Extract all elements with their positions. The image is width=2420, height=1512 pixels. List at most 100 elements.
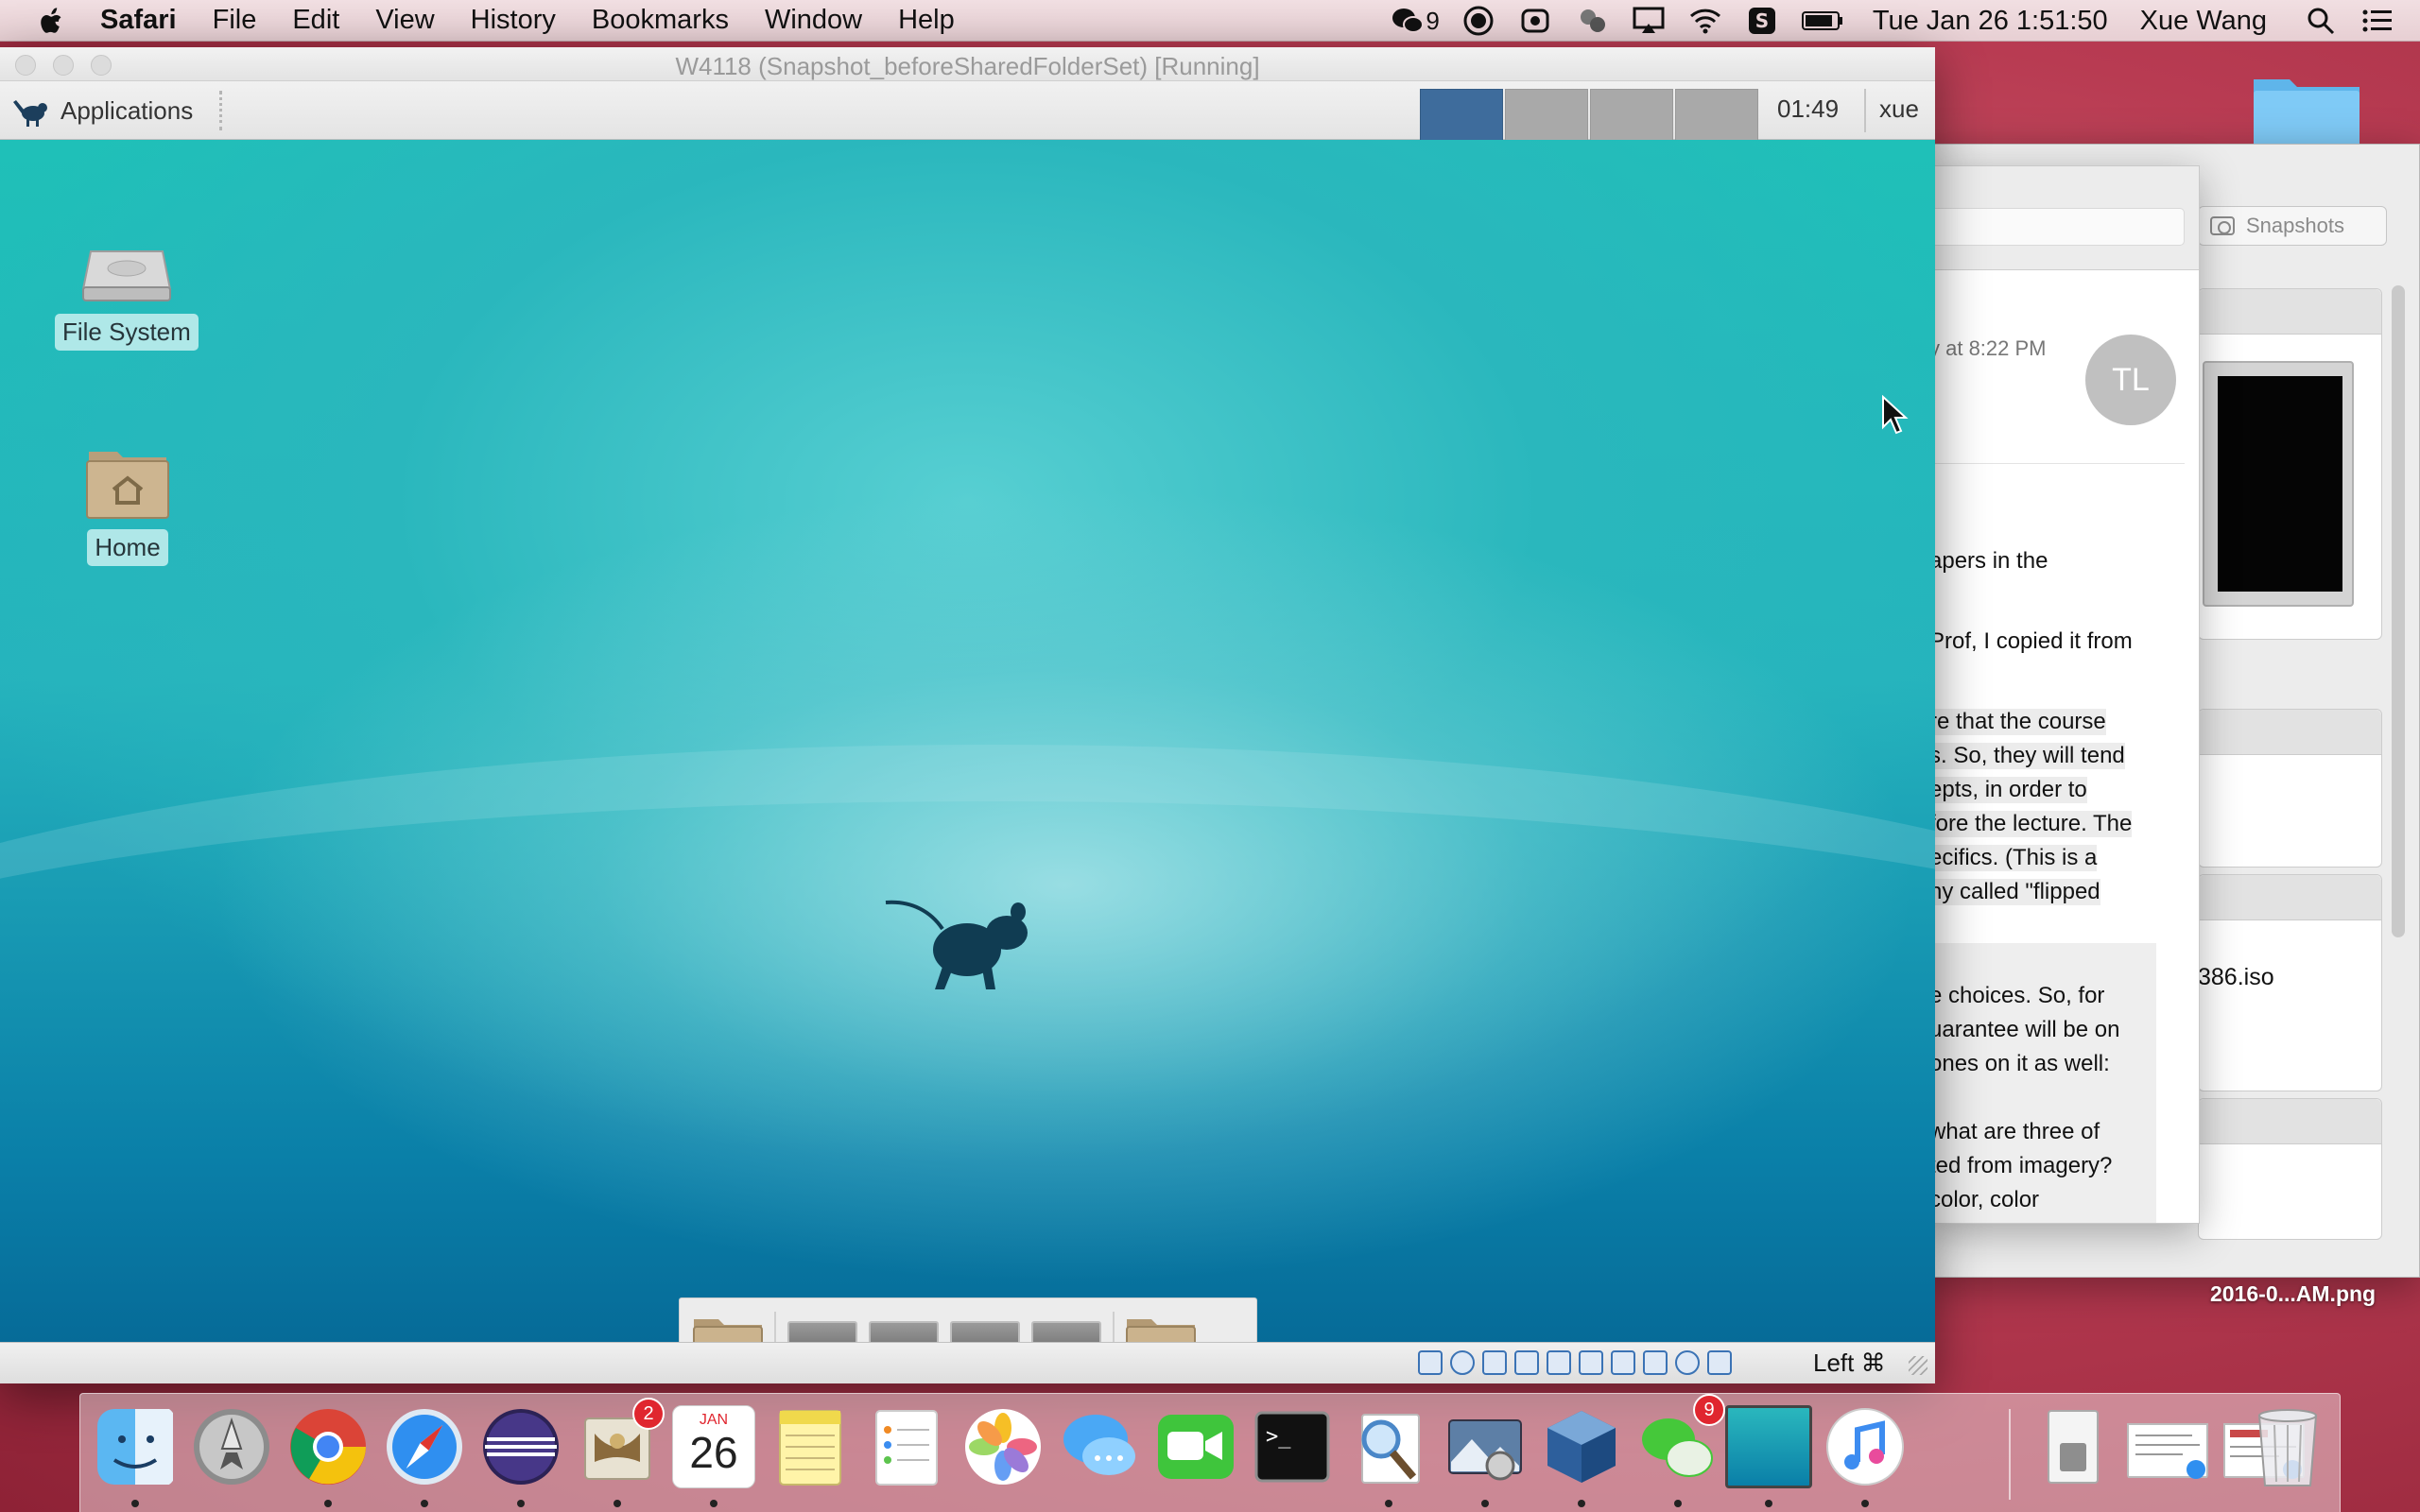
menu-user-name[interactable]: Xue Wang [2140, 6, 2267, 37]
menu-history[interactable]: History [471, 5, 556, 36]
running-indicator [1765, 1500, 1772, 1507]
resize-grip[interactable] [1909, 1356, 1927, 1375]
shared-folders-status-icon[interactable] [1547, 1350, 1571, 1375]
preview-icon[interactable] [1347, 1405, 1430, 1488]
mac-dock: 2 JAN 26 >_ 9 [79, 1393, 2341, 1512]
home-folder-icon [86, 452, 169, 519]
audio-status-icon[interactable] [1482, 1350, 1507, 1375]
desktop-icon-file-system[interactable]: File System [55, 244, 199, 351]
folder-icon [1126, 1319, 1196, 1342]
workspace-3[interactable] [1590, 89, 1673, 142]
guest-user-name[interactable]: xue [1879, 94, 1919, 124]
notification-center-icon[interactable] [2360, 5, 2395, 37]
guest-clock[interactable]: 01:49 [1777, 94, 1839, 124]
menu-help[interactable]: Help [898, 5, 955, 36]
wechat-tray-icon[interactable]: 9 [1392, 5, 1440, 37]
airplay-icon[interactable] [1631, 5, 1667, 37]
reminders-icon[interactable] [865, 1405, 948, 1488]
dock-divider [2009, 1409, 2011, 1500]
vbox-scrollbar[interactable] [2392, 285, 2405, 937]
virtualbox-icon[interactable] [1540, 1405, 1623, 1488]
host-key-indicator[interactable]: Left ⌘ [1813, 1349, 1886, 1378]
menu-file[interactable]: File [213, 5, 257, 36]
terminal-icon[interactable]: >_ [1251, 1405, 1334, 1488]
guest-dock-window-2[interactable] [863, 1304, 944, 1342]
desktop-icon-home[interactable]: Home [85, 444, 170, 566]
menu-extras: 9 S Tue Jan 26 1:51:50 Xue Wang [1392, 0, 2420, 42]
menu-bookmarks[interactable]: Bookmarks [592, 5, 729, 36]
guest-dock-window-3[interactable] [944, 1304, 1026, 1342]
menu-edit[interactable]: Edit [292, 5, 339, 36]
finder-icon[interactable] [94, 1405, 177, 1488]
mail-line: color, color [1929, 1187, 2040, 1212]
folder-home-icon [693, 1319, 763, 1342]
guest-dock-window-4[interactable] [1026, 1304, 1107, 1342]
workspace-2[interactable] [1505, 89, 1588, 142]
xfce-mouse-icon [13, 100, 47, 127]
guest-dock-window-1[interactable] [782, 1304, 863, 1342]
spotlight-search-icon[interactable] [2303, 5, 2339, 37]
eclipse-icon[interactable] [479, 1405, 562, 1488]
screenshot-tray-icon[interactable] [1517, 5, 1553, 37]
keyboard-capture-status-icon[interactable] [1707, 1350, 1732, 1375]
record-tray-icon[interactable] [1461, 5, 1496, 37]
image-capture-icon[interactable] [1443, 1405, 1527, 1488]
applications-menu-button[interactable]: Applications [11, 91, 193, 130]
workspace-switcher[interactable] [1420, 89, 1758, 142]
chrome-icon[interactable] [286, 1405, 370, 1488]
wifi-icon[interactable] [1687, 5, 1723, 37]
menu-window[interactable]: Window [765, 5, 862, 36]
running-indicator [1674, 1500, 1682, 1507]
messages-icon[interactable] [1058, 1405, 1141, 1488]
guest-desktop[interactable]: File System Home [0, 140, 1935, 1342]
running-indicator [1861, 1500, 1869, 1507]
wallpaper-swoosh [0, 745, 1935, 1274]
cpu-status-icon[interactable] [1643, 1350, 1668, 1375]
apple-menu-icon[interactable] [34, 5, 72, 37]
battery-icon[interactable] [1801, 5, 1844, 37]
mail-line: Prof, I copied it from [1929, 628, 2133, 654]
menu-view[interactable]: View [375, 5, 434, 36]
applications-label: Applications [60, 95, 194, 125]
network-status-icon[interactable] [1611, 1350, 1635, 1375]
calendar-icon[interactable]: JAN 26 [672, 1405, 755, 1488]
notes-icon[interactable] [769, 1405, 852, 1488]
desktop-file-label[interactable]: 2016-0...AM.png [2210, 1281, 2376, 1307]
snapshots-button[interactable]: Snapshots [2198, 206, 2387, 246]
menu-app-safari[interactable]: Safari [100, 5, 177, 36]
optical-drive-status-icon[interactable] [1450, 1350, 1475, 1375]
minimized-vm-window-icon[interactable] [1725, 1405, 1812, 1488]
guest-dock-folder[interactable] [1120, 1304, 1201, 1342]
sync-s-icon[interactable]: S [1744, 5, 1780, 37]
wechat-badge: 9 [1693, 1394, 1725, 1426]
vm-status-bar: Left ⌘ [0, 1342, 1935, 1383]
itunes-icon[interactable] [1824, 1405, 1907, 1488]
xfce-mouse-logo [885, 900, 1028, 989]
svg-text:S: S [1755, 9, 1769, 32]
safari-icon[interactable] [383, 1405, 466, 1488]
calendar-month: JAN [699, 1412, 729, 1428]
desktop-folder-icon[interactable] [2250, 66, 2363, 151]
usb-status-icon[interactable] [1514, 1350, 1539, 1375]
hard-disk-status-icon[interactable] [1418, 1350, 1443, 1375]
downloads-stack-icon[interactable] [2030, 1405, 2113, 1488]
iso-filename: 386.iso [2198, 964, 2274, 990]
running-indicator [421, 1500, 428, 1507]
guest-dock-home-folder[interactable] [687, 1304, 769, 1342]
cloud-sync-tray-icon[interactable] [1574, 5, 1610, 37]
mail-line: epts, in order to [1929, 777, 2087, 803]
workspace-4[interactable] [1675, 89, 1758, 142]
menu-clock[interactable]: Tue Jan 26 1:51:50 [1873, 6, 2108, 37]
vm-titlebar[interactable]: W4118 (Snapshot_beforeSharedFolderSet) [… [0, 47, 1935, 81]
launchpad-icon[interactable] [190, 1405, 273, 1488]
facetime-icon[interactable] [1154, 1405, 1237, 1488]
mac-menu-bar: Safari File Edit View History Bookmarks … [0, 0, 2420, 42]
mail-search-field[interactable] [1929, 208, 2185, 246]
document-thumbnail-icon[interactable] [2126, 1405, 2209, 1488]
mouse-integration-status-icon[interactable] [1675, 1350, 1700, 1375]
dock-trash-icon[interactable] [2246, 1402, 2329, 1489]
photos-icon[interactable] [961, 1405, 1045, 1488]
display-status-icon[interactable] [1579, 1350, 1603, 1375]
workspace-1[interactable] [1420, 89, 1503, 142]
camera-icon [2210, 216, 2235, 235]
